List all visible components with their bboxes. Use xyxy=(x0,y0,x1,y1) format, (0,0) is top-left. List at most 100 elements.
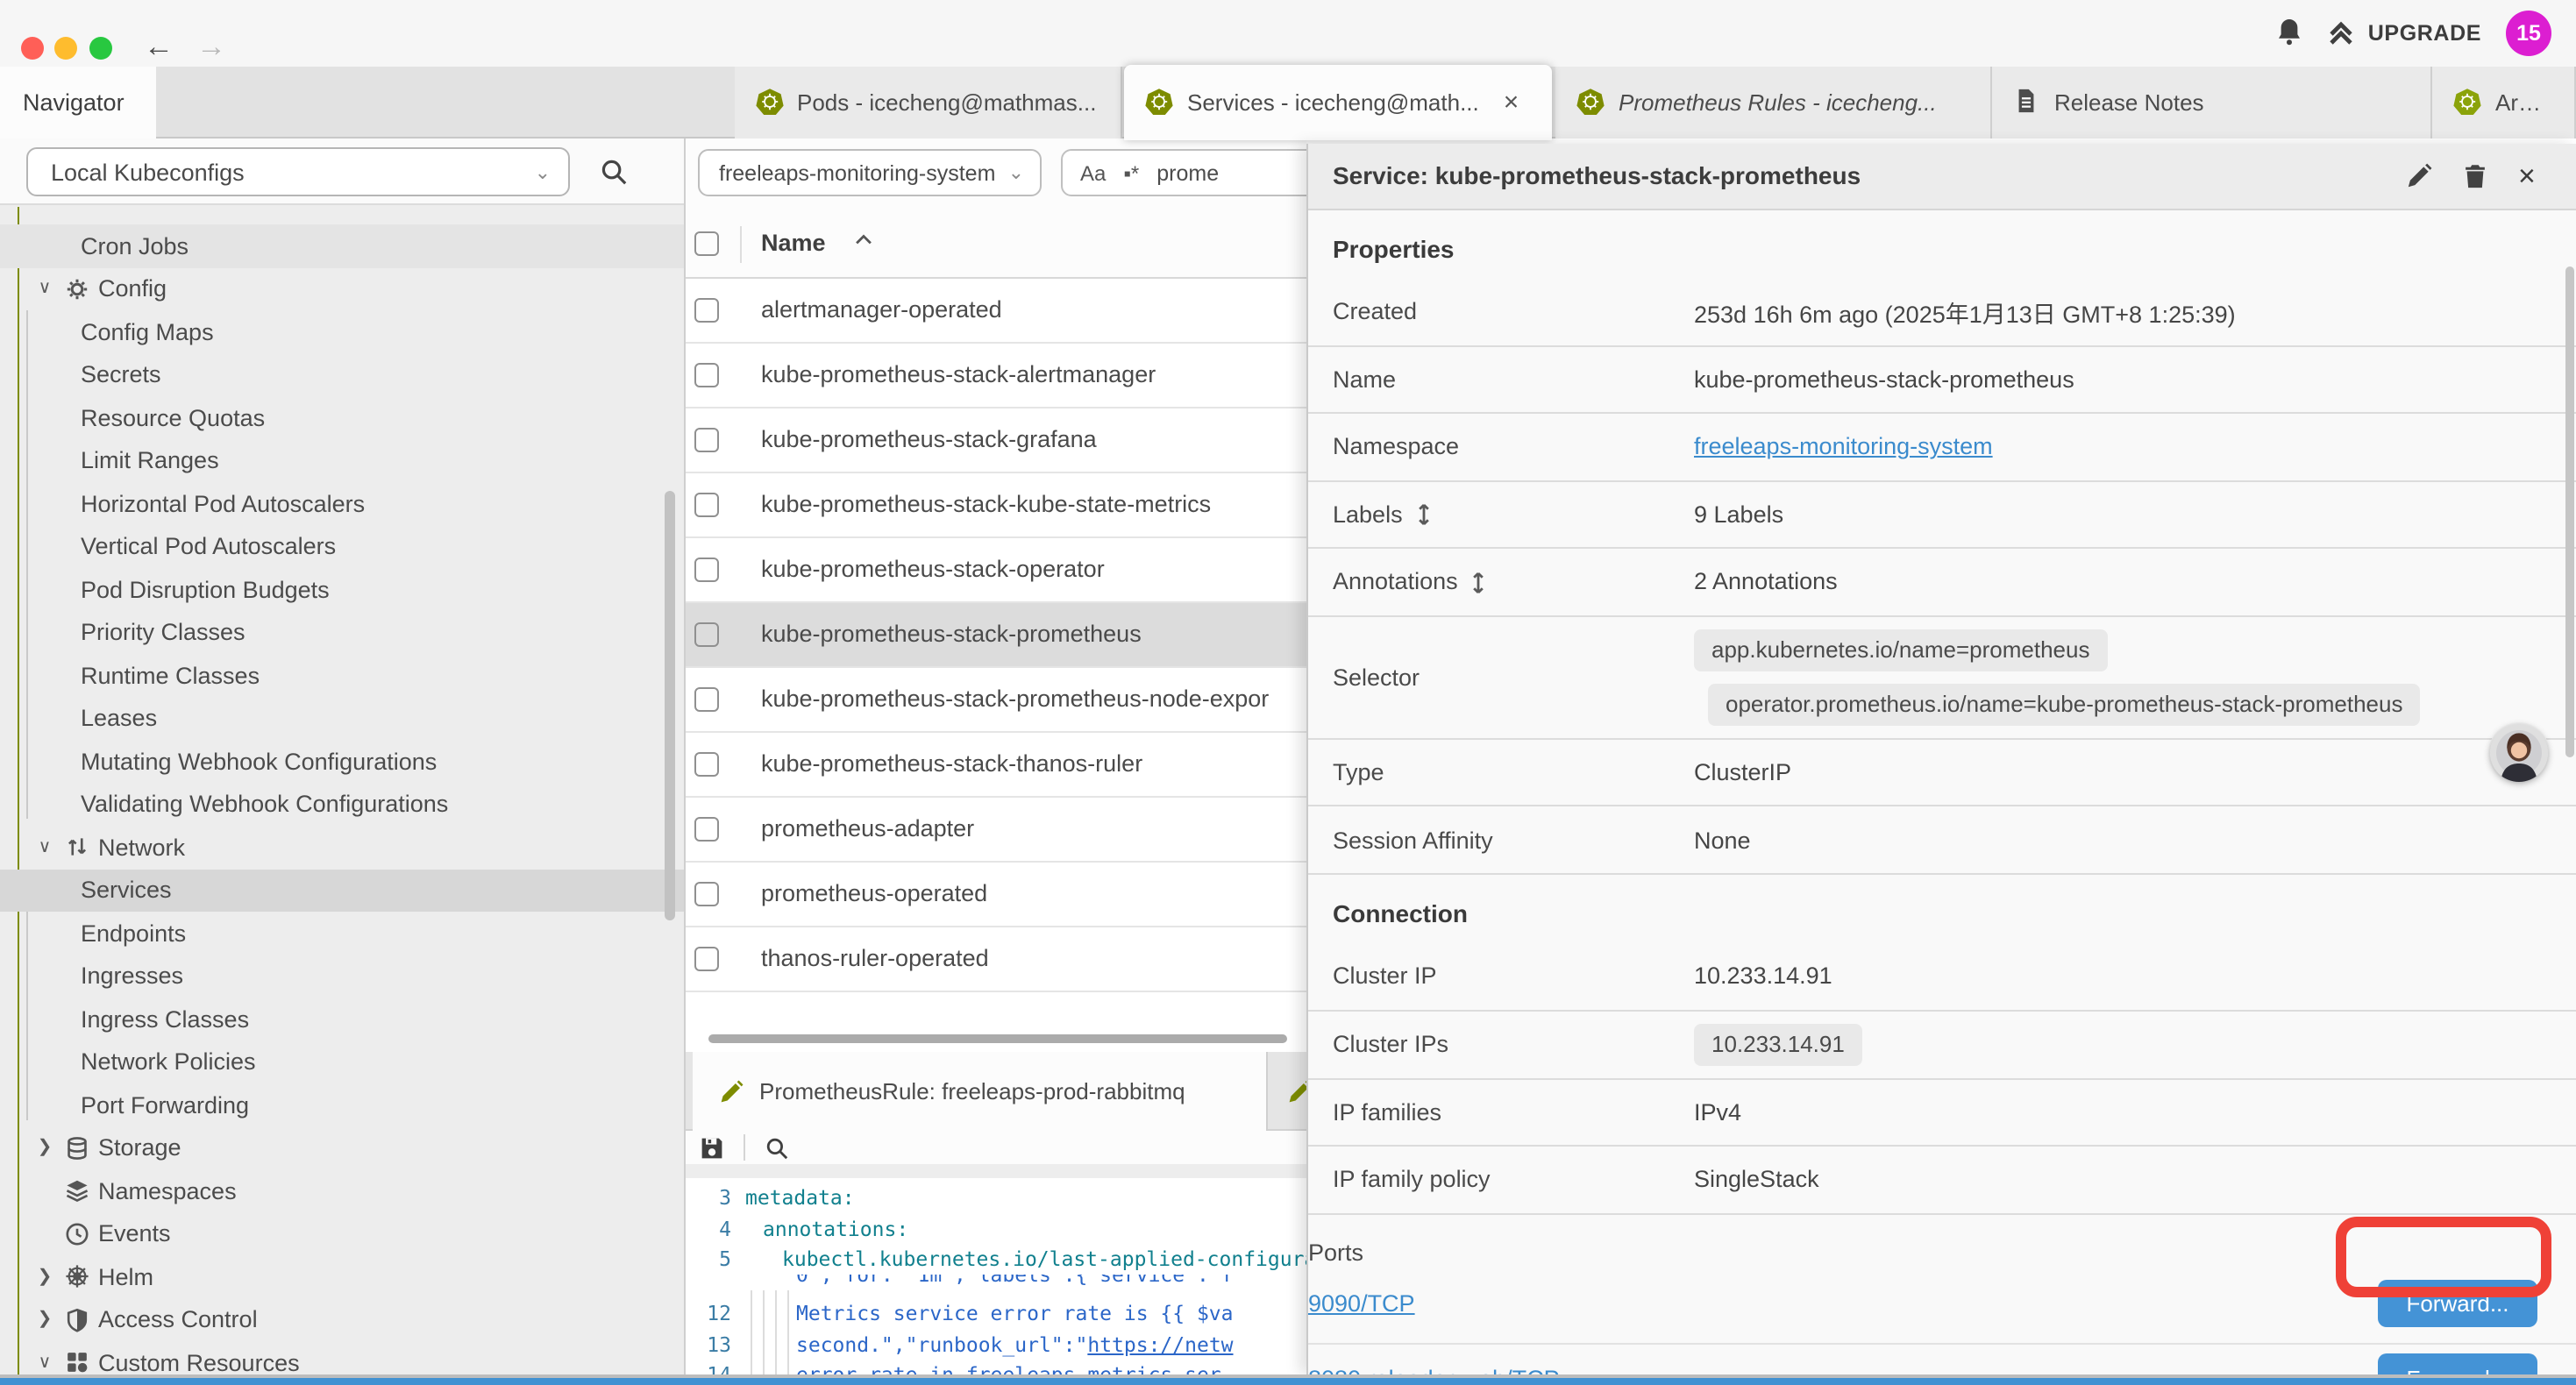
workspace-tab-1[interactable]: Pods - icecheng@mathmas... xyxy=(734,66,1122,138)
pencil-icon[interactable] xyxy=(2406,163,2432,189)
notification-count-badge[interactable]: 15 xyxy=(2506,11,2551,56)
table-row[interactable]: kube-prometheus-stack-alertmanager xyxy=(686,343,1306,408)
sidebar-item-leases[interactable]: Leases xyxy=(0,697,684,740)
sidebar-item-priority-classes[interactable]: Priority Classes xyxy=(0,611,684,654)
table-row[interactable]: alertmanager-operated xyxy=(686,278,1306,343)
sort-updown-icon[interactable] xyxy=(1470,572,1488,593)
sidebar-item-events[interactable]: Events xyxy=(0,1212,684,1255)
sidebar-item-network[interactable]: ∨Network xyxy=(0,826,684,869)
row-checkbox[interactable] xyxy=(694,816,719,841)
row-checkbox[interactable] xyxy=(694,621,719,646)
table-row[interactable]: thanos-ruler-operated xyxy=(686,927,1306,991)
select-all-checkbox[interactable] xyxy=(694,231,719,256)
sidebar-item-mutating-webhook-configurations[interactable]: Mutating Webhook Configurations xyxy=(0,740,684,783)
table-row[interactable]: kube-prometheus-stack-kube-state-metrics xyxy=(686,472,1306,537)
sidebar-item-resource-quotas[interactable]: Resource Quotas xyxy=(0,396,684,439)
forward-button[interactable]: Forward... xyxy=(2378,1354,2537,1375)
sidebar-item-horizontal-pod-autoscalers[interactable]: Horizontal Pod Autoscalers xyxy=(0,482,684,525)
match-case-toggle[interactable]: Aa xyxy=(1080,160,1106,185)
editor-tab-partial[interactable] xyxy=(1270,1052,1306,1131)
sidebar-item-config[interactable]: ∨Config xyxy=(0,267,684,310)
sidebar-item-limit-ranges[interactable]: Limit Ranges xyxy=(0,439,684,482)
back-arrow-icon[interactable]: ← xyxy=(144,32,174,61)
table-row[interactable]: kube-prometheus-stack-prometheus xyxy=(686,602,1306,667)
sidebar-item-helm[interactable]: ❯Helm xyxy=(0,1255,684,1298)
table-row[interactable]: kube-prometheus-stack-operator xyxy=(686,537,1306,602)
workspace-tab-3[interactable]: Prometheus Rules - icecheng... xyxy=(1555,66,1991,138)
window-minimize-button[interactable] xyxy=(54,37,77,60)
sidebar-item-services[interactable]: Services xyxy=(0,869,684,912)
row-checkbox[interactable] xyxy=(694,297,719,322)
name-column-header[interactable]: Name xyxy=(761,230,826,256)
editor-scroll-strip[interactable] xyxy=(686,1164,1306,1178)
row-checkbox[interactable] xyxy=(694,557,719,581)
chevron-right-icon[interactable]: ❯ xyxy=(35,1310,54,1330)
save-icon[interactable] xyxy=(700,1135,724,1160)
sidebar-item-ingress-classes[interactable]: Ingress Classes xyxy=(0,998,684,1041)
search-icon[interactable] xyxy=(600,158,628,186)
assistant-avatar[interactable] xyxy=(2490,723,2548,781)
sidebar-item-storage[interactable]: ❯Storage xyxy=(0,1126,684,1169)
navigator-panel-tab[interactable]: Navigator xyxy=(0,66,156,138)
kubeconfig-select[interactable]: Local Kubeconfigs ⌄ xyxy=(26,147,570,196)
sidebar-item-ingresses[interactable]: Ingresses xyxy=(0,955,684,998)
table-row[interactable]: kube-prometheus-stack-prometheus-node-ex… xyxy=(686,667,1306,732)
detail-row-annotations: Annotations2 Annotations xyxy=(1308,549,2576,616)
chevron-right-icon[interactable]: ❯ xyxy=(35,1268,54,1287)
sidebar-item-custom-resources[interactable]: ∨Custom Resources xyxy=(0,1341,684,1374)
sidebar-item-port-forwarding[interactable]: Port Forwarding xyxy=(0,1083,684,1126)
workspace-tab-5[interactable]: Argo Se xyxy=(2432,66,2576,138)
services-panel: freeleaps-monitoring-system ⌄ Aa ▪* prom… xyxy=(686,138,1306,1374)
close-tab-icon[interactable]: × xyxy=(1504,87,1519,117)
row-checkbox[interactable] xyxy=(694,946,719,970)
sidebar-item-pod-disruption-budgets[interactable]: Pod Disruption Budgets xyxy=(0,568,684,611)
row-checkbox[interactable] xyxy=(694,686,719,711)
horizontal-scrollbar[interactable] xyxy=(708,1033,1287,1043)
yaml-editor[interactable]: 3metadata:4annotations:5kubectl.kubernet… xyxy=(686,1178,1306,1374)
sidebar-item-validating-webhook-configurations[interactable]: Validating Webhook Configurations xyxy=(0,783,684,826)
namespace-link[interactable]: freeleaps-monitoring-system xyxy=(1694,434,1993,460)
chevron-down-icon[interactable]: ∨ xyxy=(35,1353,54,1373)
forward-arrow-icon[interactable]: → xyxy=(196,32,226,61)
workspace-tab-4[interactable]: Release Notes xyxy=(1991,66,2432,138)
sidebar-item-config-maps[interactable]: Config Maps xyxy=(0,310,684,353)
row-checkbox[interactable] xyxy=(694,362,719,387)
row-checkbox[interactable] xyxy=(694,427,719,451)
port-link[interactable]: 9090/TCP xyxy=(1308,1290,2378,1317)
row-checkbox[interactable] xyxy=(694,751,719,776)
window-zoom-button[interactable] xyxy=(89,37,111,60)
workspace-tab-2[interactable]: Services - icecheng@math...× xyxy=(1124,64,1552,139)
table-row[interactable]: prometheus-operated xyxy=(686,862,1306,927)
bell-icon[interactable] xyxy=(2277,18,2303,48)
chevron-down-icon[interactable]: ∨ xyxy=(35,280,54,299)
regex-toggle[interactable]: ▪* xyxy=(1123,160,1139,185)
editor-tab-prometheusrule[interactable]: PrometheusRule: freeleaps-prod-rabbitmq xyxy=(693,1052,1268,1131)
chevron-down-icon[interactable]: ∨ xyxy=(35,838,54,857)
sidebar-item-runtime-classes[interactable]: Runtime Classes xyxy=(0,654,684,697)
trash-icon[interactable] xyxy=(2462,163,2488,189)
port-link[interactable]: 8080:reloader-web/TCP xyxy=(1308,1365,2378,1374)
details-scrollbar[interactable] xyxy=(2565,266,2574,756)
sidebar-item-cron-jobs[interactable]: Cron Jobs xyxy=(0,224,684,267)
close-icon[interactable]: × xyxy=(2518,163,2544,189)
row-checkbox[interactable] xyxy=(694,492,719,516)
table-row[interactable]: kube-prometheus-stack-grafana xyxy=(686,408,1306,472)
sidebar-item-namespaces[interactable]: Namespaces xyxy=(0,1169,684,1212)
sort-updown-icon[interactable] xyxy=(1415,504,1433,525)
runbook-url-link[interactable]: https://netw xyxy=(1087,1332,1233,1356)
row-checkbox[interactable] xyxy=(694,881,719,906)
sidebar-item-access-control[interactable]: ❯Access Control xyxy=(0,1298,684,1341)
upgrade-button[interactable]: UPGRADE xyxy=(2328,19,2481,47)
namespace-select[interactable]: freeleaps-monitoring-system ⌄ xyxy=(698,149,1042,196)
sidebar-item-endpoints[interactable]: Endpoints xyxy=(0,912,684,955)
sidebar-scrollbar[interactable] xyxy=(665,491,675,920)
sidebar-item-secrets[interactable]: Secrets xyxy=(0,353,684,396)
filter-input[interactable]: Aa ▪* prome xyxy=(1061,149,1306,196)
chevron-right-icon[interactable]: ❯ xyxy=(35,1139,54,1158)
table-row[interactable]: prometheus-adapter xyxy=(686,797,1306,862)
sidebar-item-network-policies[interactable]: Network Policies xyxy=(0,1041,684,1083)
search-icon[interactable] xyxy=(765,1135,789,1160)
table-row[interactable]: kube-prometheus-stack-thanos-ruler xyxy=(686,732,1306,797)
window-close-button[interactable] xyxy=(20,37,43,60)
sidebar-item-vertical-pod-autoscalers[interactable]: Vertical Pod Autoscalers xyxy=(0,525,684,568)
